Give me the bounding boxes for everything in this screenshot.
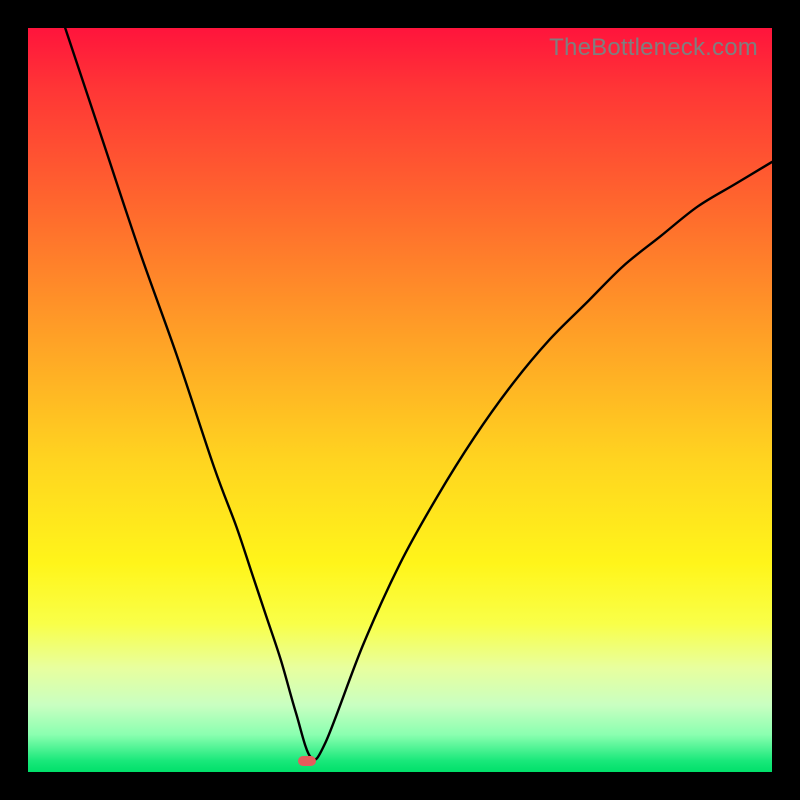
plot-area: TheBottleneck.com bbox=[28, 28, 772, 772]
bottleneck-curve-path bbox=[65, 28, 772, 760]
chart-frame: TheBottleneck.com bbox=[0, 0, 800, 800]
curve-svg bbox=[28, 28, 772, 772]
min-marker bbox=[298, 756, 316, 766]
